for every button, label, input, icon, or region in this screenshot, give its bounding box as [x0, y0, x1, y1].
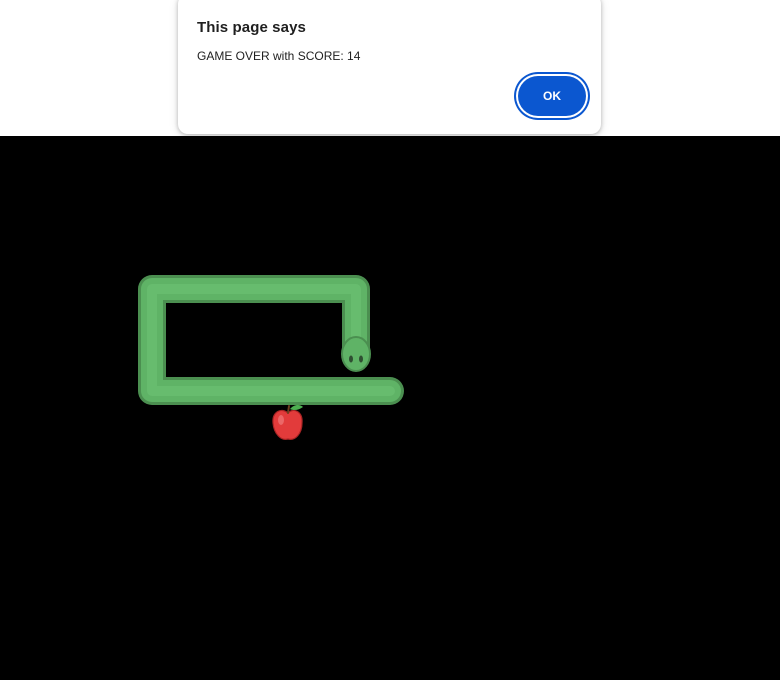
apple-icon	[272, 404, 303, 440]
dialog-message: GAME OVER with SCORE: 14	[197, 49, 361, 63]
dialog-title: This page says	[197, 19, 306, 36]
alert-dialog: This page says GAME OVER with SCORE: 14 …	[178, 0, 601, 134]
game-board	[0, 136, 780, 680]
snake-head-icon	[341, 336, 371, 372]
game-canvas	[138, 275, 404, 440]
ok-button[interactable]: OK	[518, 76, 586, 116]
snake	[138, 275, 404, 405]
